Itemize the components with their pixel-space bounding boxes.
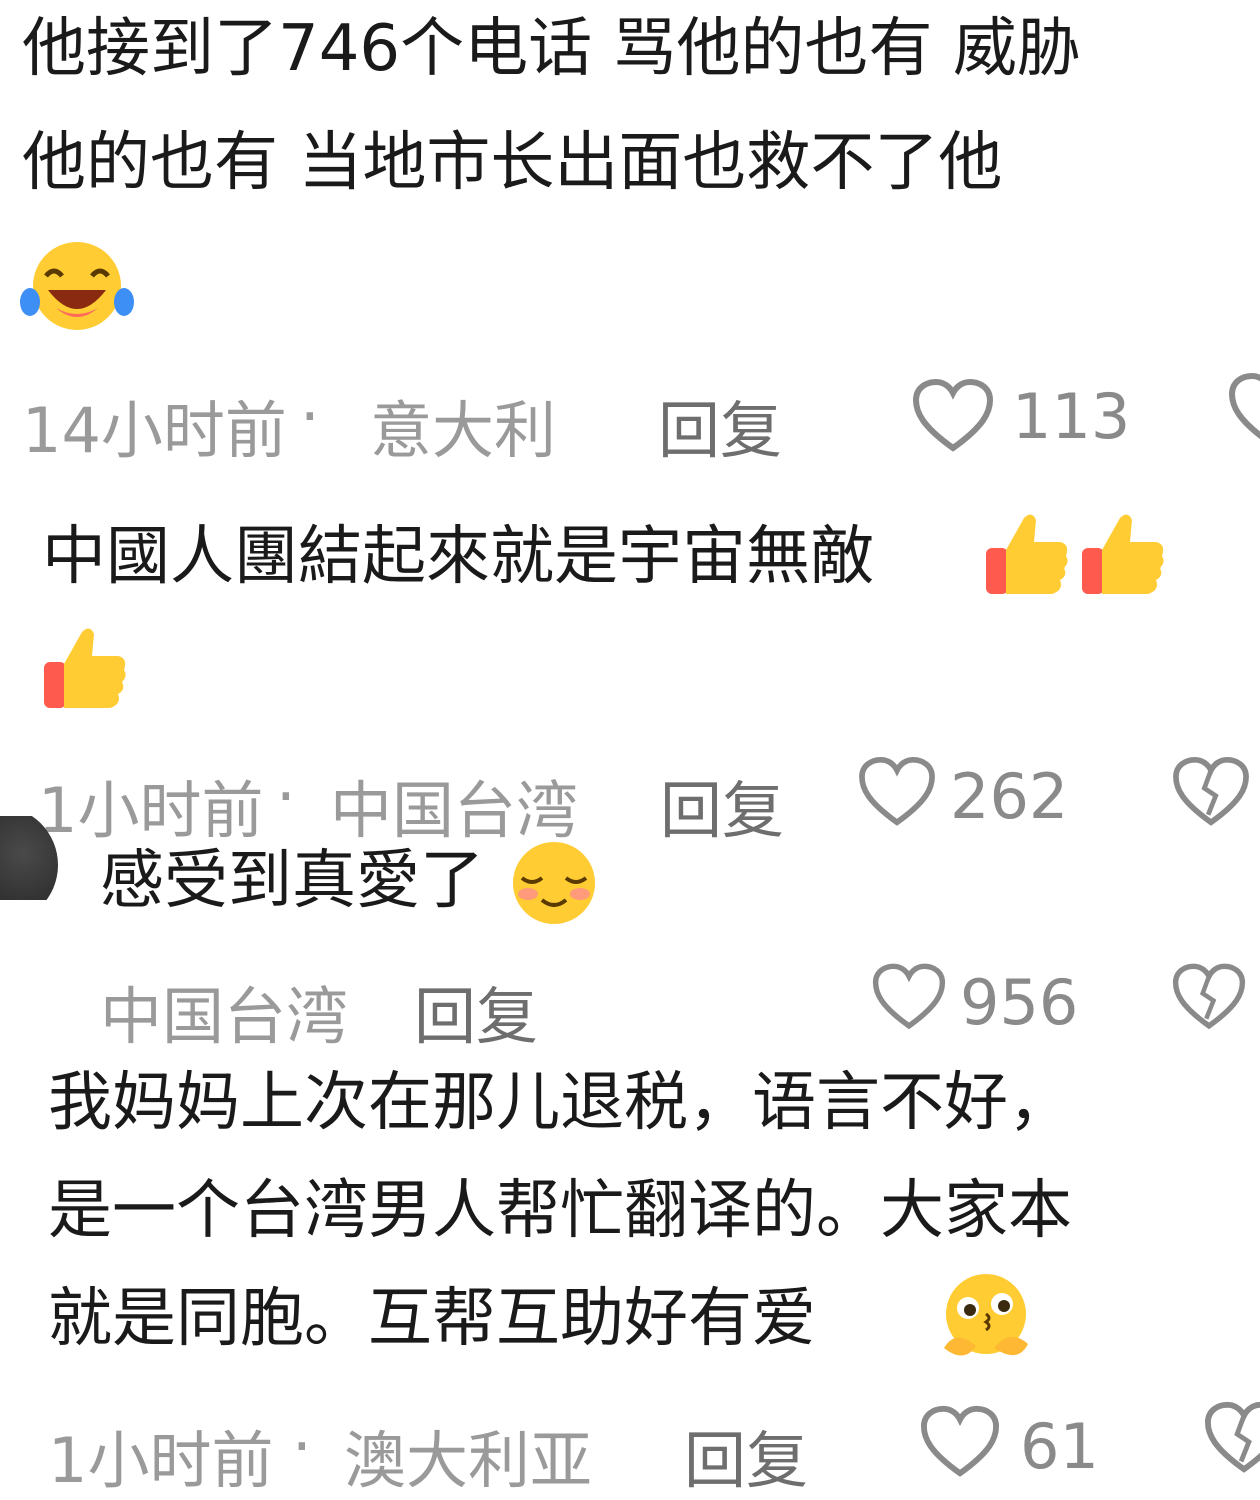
like-heart-icon[interactable] <box>872 962 946 1032</box>
like-count: 61 <box>1020 1410 1099 1483</box>
thumbs-up-emoji-icon <box>984 510 1070 598</box>
comment-location: 中国台湾 <box>330 774 579 847</box>
meta-separator: · <box>292 1410 312 1483</box>
comment-text-line: 他的也有 当地市长出面也救不了他 <box>22 126 1003 200</box>
like-heart-icon[interactable] <box>912 378 994 454</box>
comment-location: 澳大利亚 <box>344 1424 593 1497</box>
reply-button[interactable]: 回复 <box>414 966 538 1056</box>
reply-button[interactable]: 回复 <box>658 380 782 470</box>
thumbs-up-emoji-icon <box>42 624 128 712</box>
comment-time: 1小时前 <box>48 1424 274 1497</box>
laughing-tears-emoji-icon <box>18 236 136 332</box>
reply-button[interactable]: 回复 <box>660 760 784 850</box>
dislike-broken-heart-icon[interactable] <box>1172 756 1250 828</box>
comment-location: 意大利 <box>370 394 557 467</box>
like-heart-icon[interactable] <box>920 1404 1000 1480</box>
comment-text-line: 我妈妈上次在那儿退税，语言不好， <box>48 1066 1072 1140</box>
dislike-broken-heart-icon[interactable] <box>1172 962 1246 1032</box>
comment-location: 中国台湾 <box>100 980 349 1053</box>
comment-text-line: 中國人團結起來就是宇宙無敵 <box>42 520 874 594</box>
comment-time: 1小时前 <box>38 774 264 847</box>
comment-text-line: 他接到了746个电话 骂他的也有 威胁 <box>22 12 1081 86</box>
comment-time: 14小时前 <box>22 394 287 467</box>
avatar[interactable] <box>0 816 58 900</box>
blushing-smile-emoji-icon <box>508 840 600 926</box>
dislike-broken-heart-icon[interactable] <box>1228 372 1260 452</box>
meta-separator: · <box>300 380 320 453</box>
like-count: 262 <box>950 760 1069 833</box>
like-count: 956 <box>960 966 1079 1039</box>
pleading-hands-emoji-icon <box>934 1270 1034 1366</box>
comment-text-line: 感受到真愛了 <box>100 844 484 918</box>
comment-text-line: 是一个台湾男人帮忙翻译的。大家本 <box>48 1174 1072 1248</box>
meta-separator: · <box>276 760 296 833</box>
comment-text-line: 就是同胞。互帮互助好有爱 <box>48 1282 816 1356</box>
like-count: 113 <box>1012 380 1131 453</box>
reply-button[interactable]: 回复 <box>684 1410 808 1500</box>
thumbs-up-emoji-icon <box>1080 510 1166 598</box>
dislike-broken-heart-icon[interactable] <box>1204 1400 1260 1484</box>
like-heart-icon[interactable] <box>858 756 936 828</box>
